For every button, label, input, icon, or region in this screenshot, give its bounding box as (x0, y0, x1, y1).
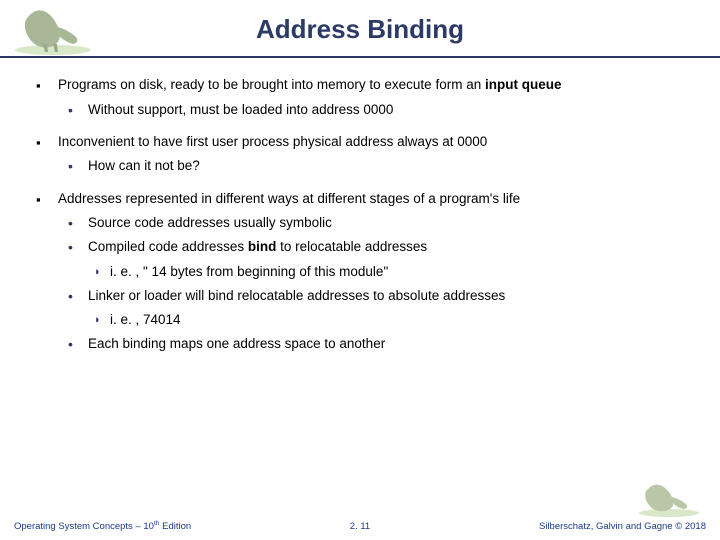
bullet-text: i. e. , 74014 (110, 311, 684, 329)
bullet-level2: • How can it not be? (68, 157, 684, 175)
bullet-text: Linker or loader will bind relocatable a… (88, 287, 684, 305)
square-bullet-icon: ▪ (36, 133, 58, 152)
bullet-level2: • Each binding maps one address space to… (68, 335, 684, 353)
dinosaur-logo-right (632, 478, 706, 518)
arrow-bullet-icon: ◗ (94, 263, 110, 281)
square-bullet-icon: ▪ (36, 76, 58, 95)
bullet-level3: ◗ i. e. , 74014 (94, 311, 684, 329)
text-bold: input queue (485, 77, 562, 92)
slide-header: Address Binding (0, 0, 720, 58)
dot-bullet-icon: • (68, 214, 88, 232)
footer-left-text: Operating System Concepts – 10th Edition (14, 520, 191, 532)
dot-bullet-icon: • (68, 101, 88, 119)
text-fragment: Programs on disk, ready to be brought in… (58, 77, 485, 92)
bullet-level2: • Linker or loader will bind relocatable… (68, 287, 684, 305)
bullet-text: i. e. , " 14 bytes from beginning of thi… (110, 263, 684, 281)
text-fragment: Compiled code addresses (88, 239, 248, 254)
bullet-level3: ◗ i. e. , " 14 bytes from beginning of t… (94, 263, 684, 281)
bullet-text: How can it not be? (88, 157, 684, 175)
slide-footer: Operating System Concepts – 10th Edition… (0, 520, 720, 532)
bullet-text: Each binding maps one address space to a… (88, 335, 684, 353)
bullet-level2: • Compiled code addresses bind to reloca… (68, 238, 684, 256)
text-bold: bind (248, 239, 277, 254)
bullet-level1: ▪ Inconvenient to have first user proces… (36, 133, 684, 152)
arrow-bullet-icon: ◗ (94, 311, 110, 329)
dot-bullet-icon: • (68, 335, 88, 353)
bullet-text: Compiled code addresses bind to relocata… (88, 238, 684, 256)
slide-content: ▪ Programs on disk, ready to be brought … (0, 58, 720, 353)
text-fragment: Edition (159, 521, 191, 532)
bullet-text: Without support, must be loaded into add… (88, 101, 684, 119)
bullet-text: Programs on disk, ready to be brought in… (58, 76, 684, 95)
bullet-text: Source code addresses usually symbolic (88, 214, 684, 232)
dot-bullet-icon: • (68, 157, 88, 175)
dinosaur-logo-left (8, 2, 98, 56)
bullet-text: Addresses represented in different ways … (58, 190, 684, 209)
bullet-level2: • Source code addresses usually symbolic (68, 214, 684, 232)
slide-title: Address Binding (0, 0, 720, 45)
bullet-level1: ▪ Addresses represented in different way… (36, 190, 684, 209)
footer-right-text: Silberschatz, Galvin and Gagne © 2018 (539, 521, 706, 532)
bullet-level1: ▪ Programs on disk, ready to be brought … (36, 76, 684, 95)
square-bullet-icon: ▪ (36, 190, 58, 209)
bullet-level2: • Without support, must be loaded into a… (68, 101, 684, 119)
text-fragment: Operating System Concepts – 10 (14, 521, 154, 532)
bullet-text: Inconvenient to have first user process … (58, 133, 684, 152)
dot-bullet-icon: • (68, 287, 88, 305)
dot-bullet-icon: • (68, 238, 88, 256)
slide-number: 2. 11 (350, 521, 370, 532)
text-fragment: to relocatable addresses (276, 239, 427, 254)
